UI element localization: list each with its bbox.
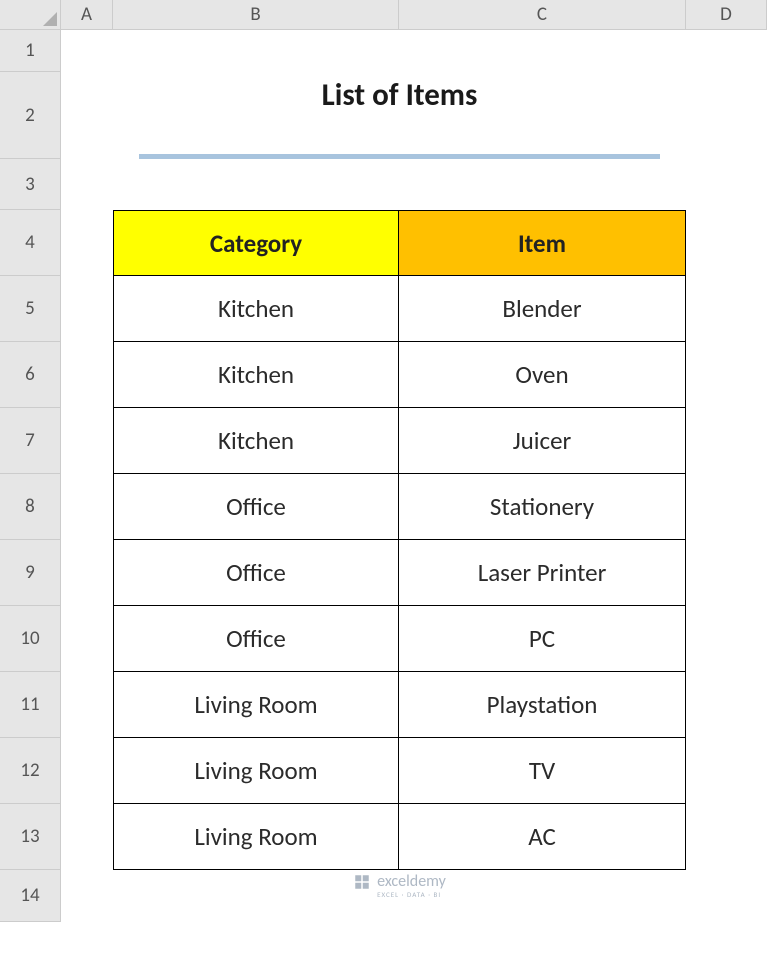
row-header-4[interactable]: 4 [0,210,61,276]
table-header-category[interactable]: Category [113,210,399,276]
cell-a1[interactable] [61,30,113,72]
cell-a14[interactable] [61,870,113,922]
table-row[interactable]: TV [399,738,686,804]
row-header-7[interactable]: 7 [0,408,61,474]
column-header-c[interactable]: C [399,0,686,30]
cell-d6[interactable] [686,342,767,408]
table-row[interactable]: PC [399,606,686,672]
table-row[interactable]: Living Room [113,738,399,804]
row-header-13[interactable]: 13 [0,804,61,870]
cell-a4[interactable] [61,210,113,276]
table-header-item[interactable]: Item [399,210,686,276]
watermark-text: exceldemy EXCEL · DATA · BI [377,872,446,898]
row-header-14[interactable]: 14 [0,870,61,922]
row-header-11[interactable]: 11 [0,672,61,738]
cell-d3[interactable] [686,159,767,210]
row-header-10[interactable]: 10 [0,606,61,672]
page-title[interactable]: List of Items [139,72,660,159]
table-row[interactable]: Blender [399,276,686,342]
cell-d10[interactable] [686,606,767,672]
table-row[interactable]: Office [113,474,399,540]
cell-a13[interactable] [61,804,113,870]
cell-a3[interactable] [61,159,113,210]
cell-d2[interactable] [686,72,767,159]
table-row[interactable]: Oven [399,342,686,408]
select-all-triangle[interactable] [0,0,61,30]
row-header-6[interactable]: 6 [0,342,61,408]
cell-a6[interactable] [61,342,113,408]
table-row[interactable]: Living Room [113,804,399,870]
cell-d13[interactable] [686,804,767,870]
cell-a9[interactable] [61,540,113,606]
table-row[interactable]: Living Room [113,672,399,738]
row-header-5[interactable]: 5 [0,276,61,342]
cell-a11[interactable] [61,672,113,738]
table-row[interactable]: Juicer [399,408,686,474]
cell-d14[interactable] [686,870,767,922]
row-header-3[interactable]: 3 [0,159,61,210]
cell-a12[interactable] [61,738,113,804]
column-header-d[interactable]: D [686,0,767,30]
cell-d11[interactable] [686,672,767,738]
cell-a7[interactable] [61,408,113,474]
table-row[interactable]: Office [113,540,399,606]
watermark-tagline: EXCEL · DATA · BI [377,891,446,898]
cell-c3[interactable] [399,159,686,210]
cell-d5[interactable] [686,276,767,342]
cell-d9[interactable] [686,540,767,606]
row-header-9[interactable]: 9 [0,540,61,606]
table-row[interactable]: Office [113,606,399,672]
table-row[interactable]: Kitchen [113,276,399,342]
table-row[interactable]: Kitchen [113,408,399,474]
row-header-8[interactable]: 8 [0,474,61,540]
row-header-1[interactable]: 1 [0,30,61,72]
watermark-brand: exceldemy [377,872,446,891]
table-row[interactable]: Playstation [399,672,686,738]
table-row[interactable]: Laser Printer [399,540,686,606]
row-header-2[interactable]: 2 [0,72,61,159]
column-header-a[interactable]: A [61,0,113,30]
cell-a2[interactable] [61,72,113,159]
cell-a8[interactable] [61,474,113,540]
column-header-b[interactable]: B [113,0,399,30]
table-row[interactable]: Kitchen [113,342,399,408]
cell-a5[interactable] [61,276,113,342]
cell-a10[interactable] [61,606,113,672]
spreadsheet-grid: A B C D 1 2 List of Items 3 4 Category I… [0,0,767,922]
watermark: exceldemy EXCEL · DATA · BI [113,870,686,922]
cell-b1[interactable] [113,30,399,72]
cell-c1[interactable] [399,30,686,72]
cell-b3[interactable] [113,159,399,210]
spreadsheet-icon [353,873,371,891]
row-header-12[interactable]: 12 [0,738,61,804]
cell-d4[interactable] [686,210,767,276]
cell-d1[interactable] [686,30,767,72]
cell-d12[interactable] [686,738,767,804]
table-row[interactable]: AC [399,804,686,870]
cell-d7[interactable] [686,408,767,474]
table-row[interactable]: Stationery [399,474,686,540]
cell-d8[interactable] [686,474,767,540]
